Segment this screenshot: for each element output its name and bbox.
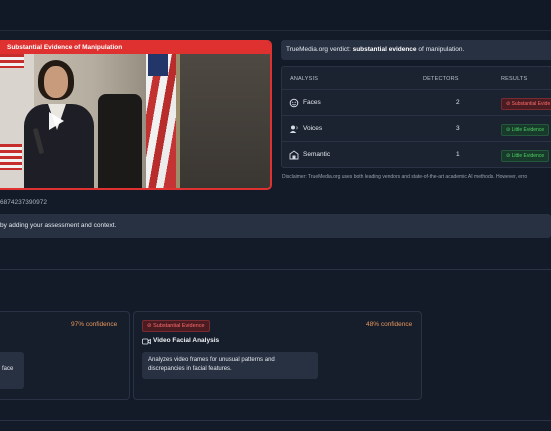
analysis-label: Faces [303, 99, 321, 106]
result-badge: ⊘ Substantial Evide [501, 98, 551, 110]
video-camera-icon [142, 338, 151, 345]
manipulation-banner: Substantial Evidence of Manipulation [0, 42, 270, 54]
flag-left-lower [0, 144, 22, 170]
detector-count: 3 [456, 125, 460, 132]
detector-count: 2 [456, 99, 460, 106]
voice-icon [289, 125, 298, 133]
semantic-icon [289, 150, 299, 160]
header-analysis: ANALYSIS [290, 76, 319, 82]
verdict-bar: TrueMedia.org verdict: substantial evide… [281, 40, 551, 60]
play-icon[interactable] [49, 112, 64, 130]
status-badge: ⊘ Substantial Evidence [142, 320, 210, 332]
top-bar [0, 0, 551, 31]
media-id: 6874237390972 [0, 199, 47, 206]
analysis-label: Voices [303, 125, 323, 132]
result-badge: ⊘ Little Evidence [501, 150, 550, 162]
video-frame [0, 54, 270, 188]
face-icon [289, 98, 299, 108]
row-divider [282, 89, 551, 90]
verdict-strong: substantial evidence [352, 46, 417, 53]
card-description-text: face [2, 366, 14, 372]
divider [0, 420, 551, 421]
flag-left [0, 54, 24, 68]
context-prompt-text: by adding your assessment and context. [0, 222, 117, 229]
detector-count: 1 [456, 151, 460, 158]
row-divider [282, 141, 551, 142]
header-detectors: DETECTORS [423, 76, 459, 82]
disclaimer: Disclaimer: TrueMedia.org uses both lead… [282, 174, 528, 180]
divider [0, 269, 551, 270]
card-title: Video Facial Analysis [153, 337, 220, 344]
confidence-label: 48% confidence [366, 321, 413, 328]
analysis-label: Semantic [303, 151, 331, 158]
header-results: RESULTS [501, 76, 528, 82]
confidence-label: 97% confidence [71, 321, 118, 328]
result-badge: ⊘ Little Evidence [501, 124, 550, 136]
row-divider [282, 115, 551, 116]
chair [98, 94, 142, 188]
video-player[interactable]: Substantial Evidence of Manipulation [0, 40, 272, 190]
card-description-text: Analyzes video frames for unusual patter… [148, 357, 275, 372]
